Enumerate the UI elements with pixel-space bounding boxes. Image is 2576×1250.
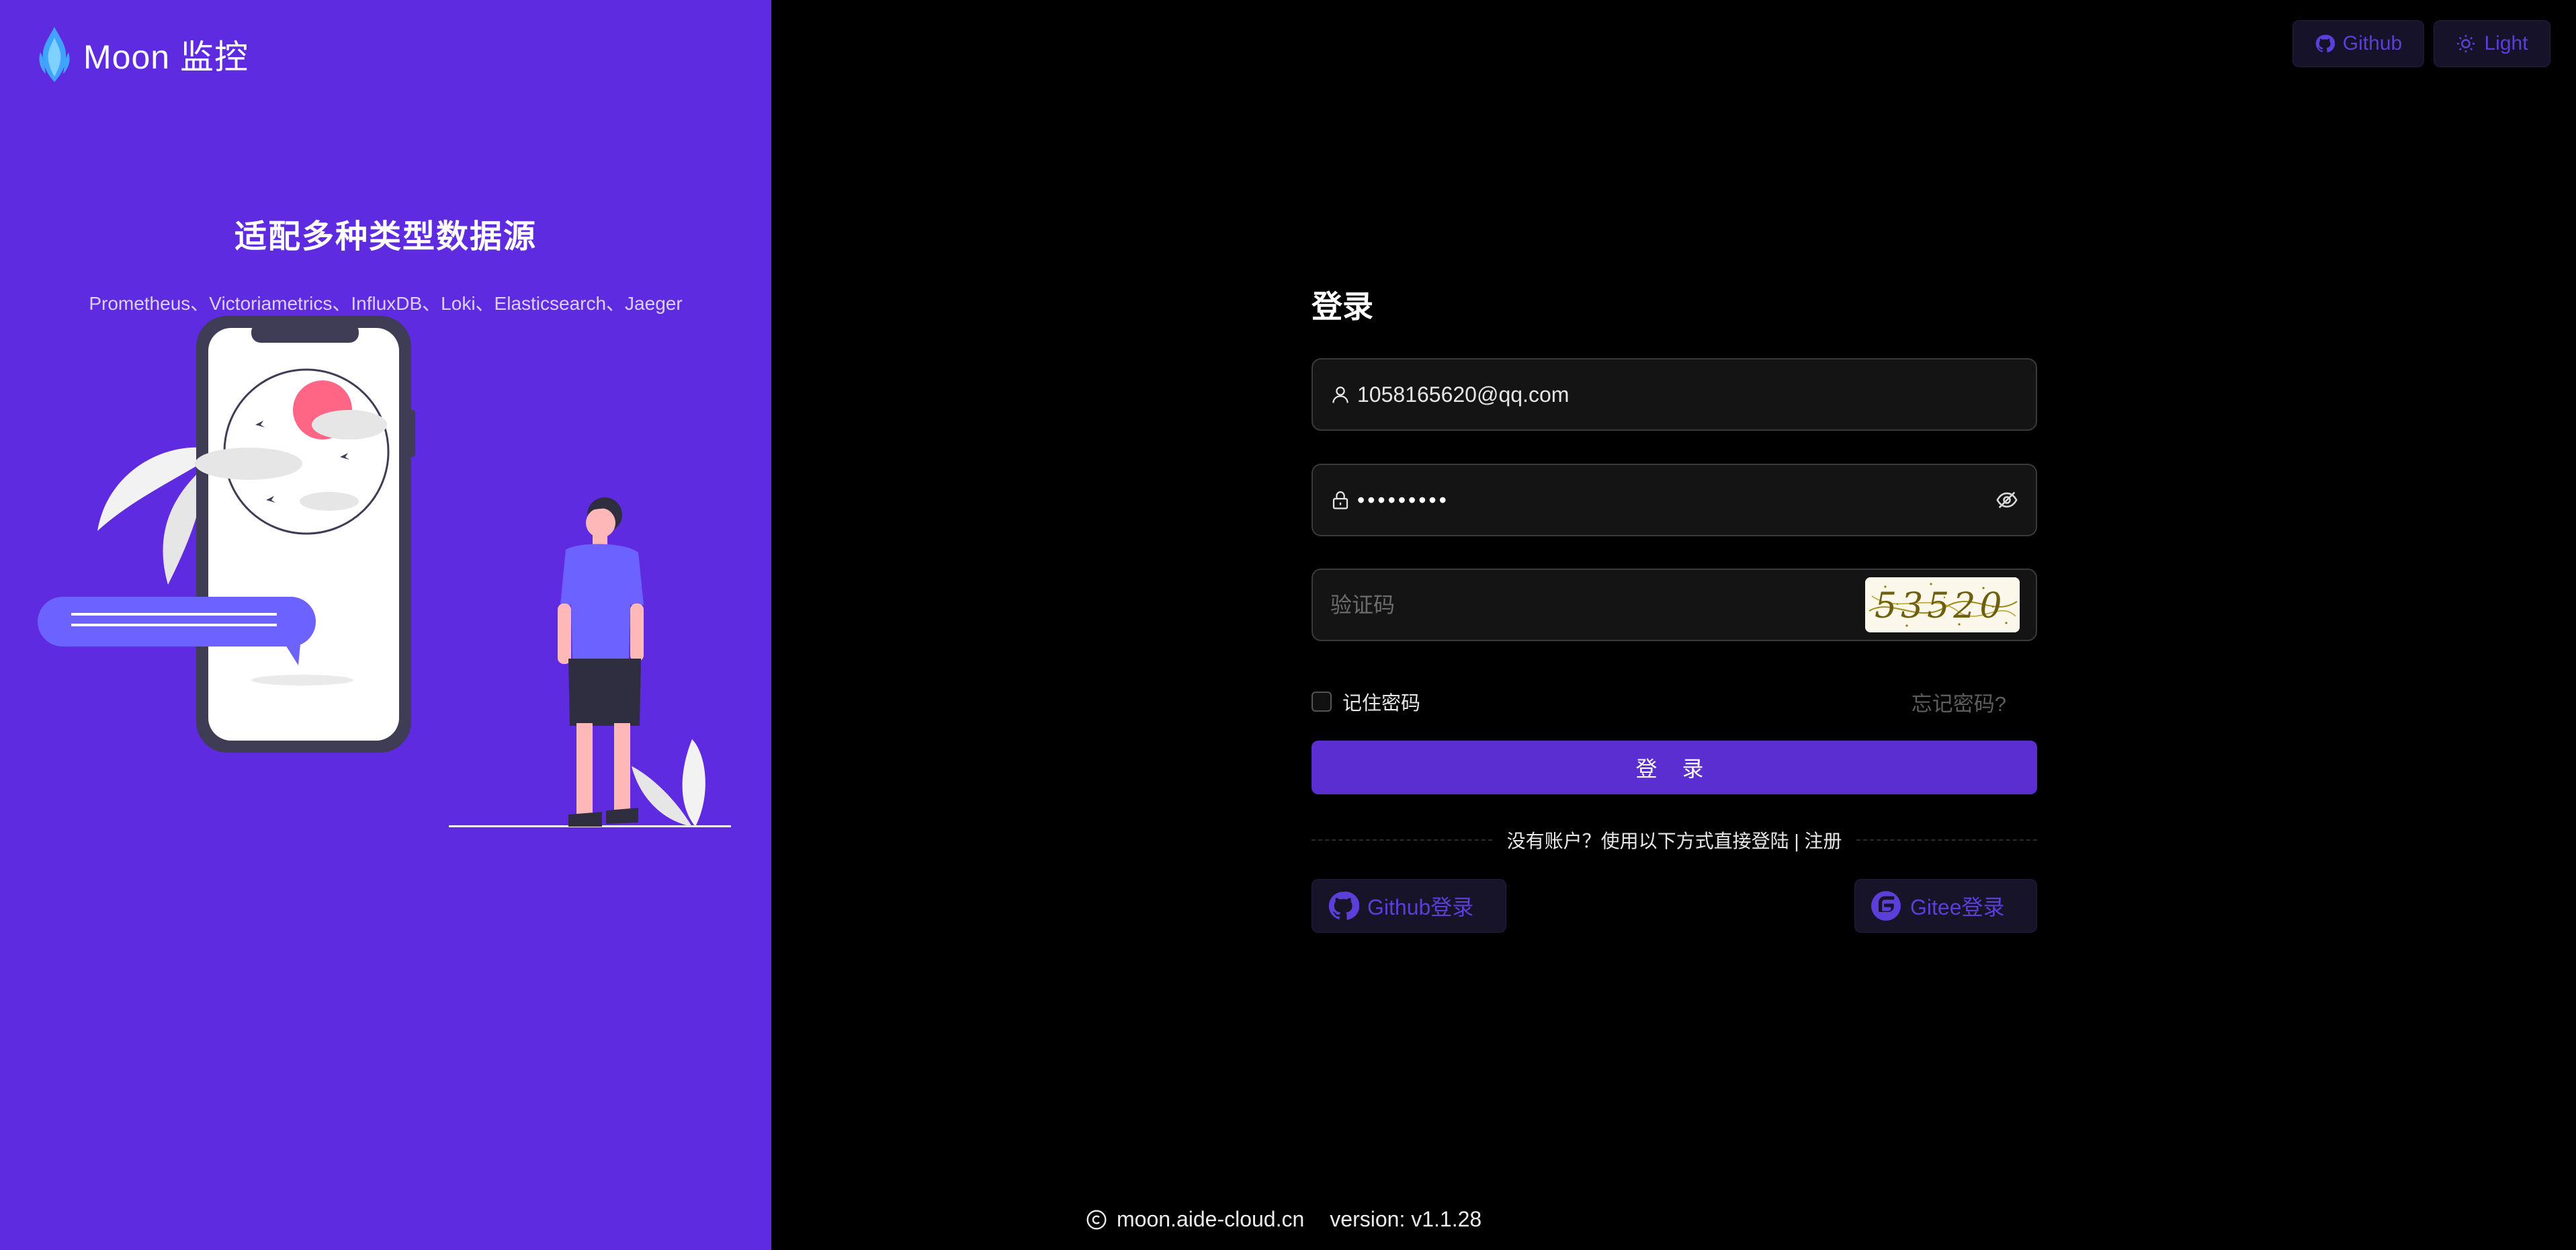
divider-line-right bbox=[1856, 839, 2037, 841]
gitee-login-label: Gitee登录 bbox=[1910, 895, 2005, 919]
remember-label: 记住密码 bbox=[1342, 693, 1421, 714]
captcha-field[interactable]: 53520 bbox=[1312, 569, 2037, 641]
email-field[interactable] bbox=[1312, 358, 2037, 431]
captcha-image[interactable]: 53520 bbox=[1865, 577, 2020, 632]
brand-name: Moon 监控 bbox=[83, 38, 249, 76]
remember-checkbox[interactable] bbox=[1312, 692, 1332, 712]
lock-icon bbox=[1332, 491, 1348, 509]
remember-password[interactable]: 记住密码 bbox=[1312, 688, 1420, 716]
email-input[interactable] bbox=[1357, 382, 2018, 407]
password-field[interactable]: ••••••••• bbox=[1312, 464, 2037, 536]
github-icon bbox=[1328, 891, 1359, 920]
captcha-input[interactable] bbox=[1330, 592, 1865, 618]
github-icon bbox=[2315, 34, 2335, 52]
login-form: 登录 ••••••••• bbox=[1312, 282, 2037, 933]
password-input[interactable]: ••••••••• bbox=[1357, 488, 1995, 513]
phone-person-illustration bbox=[38, 316, 731, 827]
copyright-icon bbox=[1086, 1209, 1107, 1230]
theme-toggle-label: Light bbox=[2484, 32, 2528, 54]
captcha-graphic: 53520 bbox=[1865, 577, 2020, 632]
theme-toggle-button[interactable]: Light bbox=[2434, 20, 2550, 67]
eye-invisible-icon[interactable] bbox=[1995, 489, 2018, 511]
login-submit-button[interactable]: 登 录 bbox=[1312, 741, 2037, 794]
github-login-label: Github登录 bbox=[1367, 895, 1474, 919]
login-page: Moon 监控 适配多种类型数据源 Prometheus、Victoriamet… bbox=[0, 0, 2576, 1250]
github-link-button[interactable]: Github bbox=[2292, 20, 2424, 67]
divider-line-left bbox=[1312, 839, 1492, 841]
forgot-password-link[interactable]: 忘记密码? bbox=[1912, 687, 2006, 717]
logo: Moon 监控 bbox=[35, 26, 249, 83]
github-link-label: Github bbox=[2342, 32, 2403, 54]
register-divider: 没有账户？使用以下方式直接登陆 | 注册 bbox=[1312, 827, 2037, 853]
moon-logo-icon bbox=[39, 27, 70, 82]
gitee-login-button[interactable]: Gitee登录 bbox=[1854, 879, 2037, 933]
remember-row: 记住密码 忘记密码? bbox=[1312, 687, 2037, 717]
github-login-button[interactable]: Github登录 bbox=[1312, 879, 1506, 933]
register-prompt[interactable]: 没有账户？使用以下方式直接登陆 | 注册 bbox=[1507, 827, 1842, 853]
user-icon bbox=[1332, 386, 1348, 403]
captcha-text: 53520 bbox=[1875, 586, 2006, 626]
hero-title: 适配多种类型数据源 bbox=[234, 219, 537, 255]
gitee-icon bbox=[1871, 891, 1901, 921]
footer-version: version: v1.1.28 bbox=[1330, 1207, 1482, 1231]
brand-panel: Moon 监控 适配多种类型数据源 Prometheus、Victoriamet… bbox=[0, 0, 771, 1250]
footer-site: moon.aide-cloud.cn bbox=[1117, 1207, 1305, 1231]
sun-icon bbox=[2457, 34, 2475, 53]
login-title: 登录 bbox=[1312, 289, 1373, 324]
footer: moon.aide-cloud.cn version: v1.1.28 bbox=[1086, 1207, 1482, 1232]
